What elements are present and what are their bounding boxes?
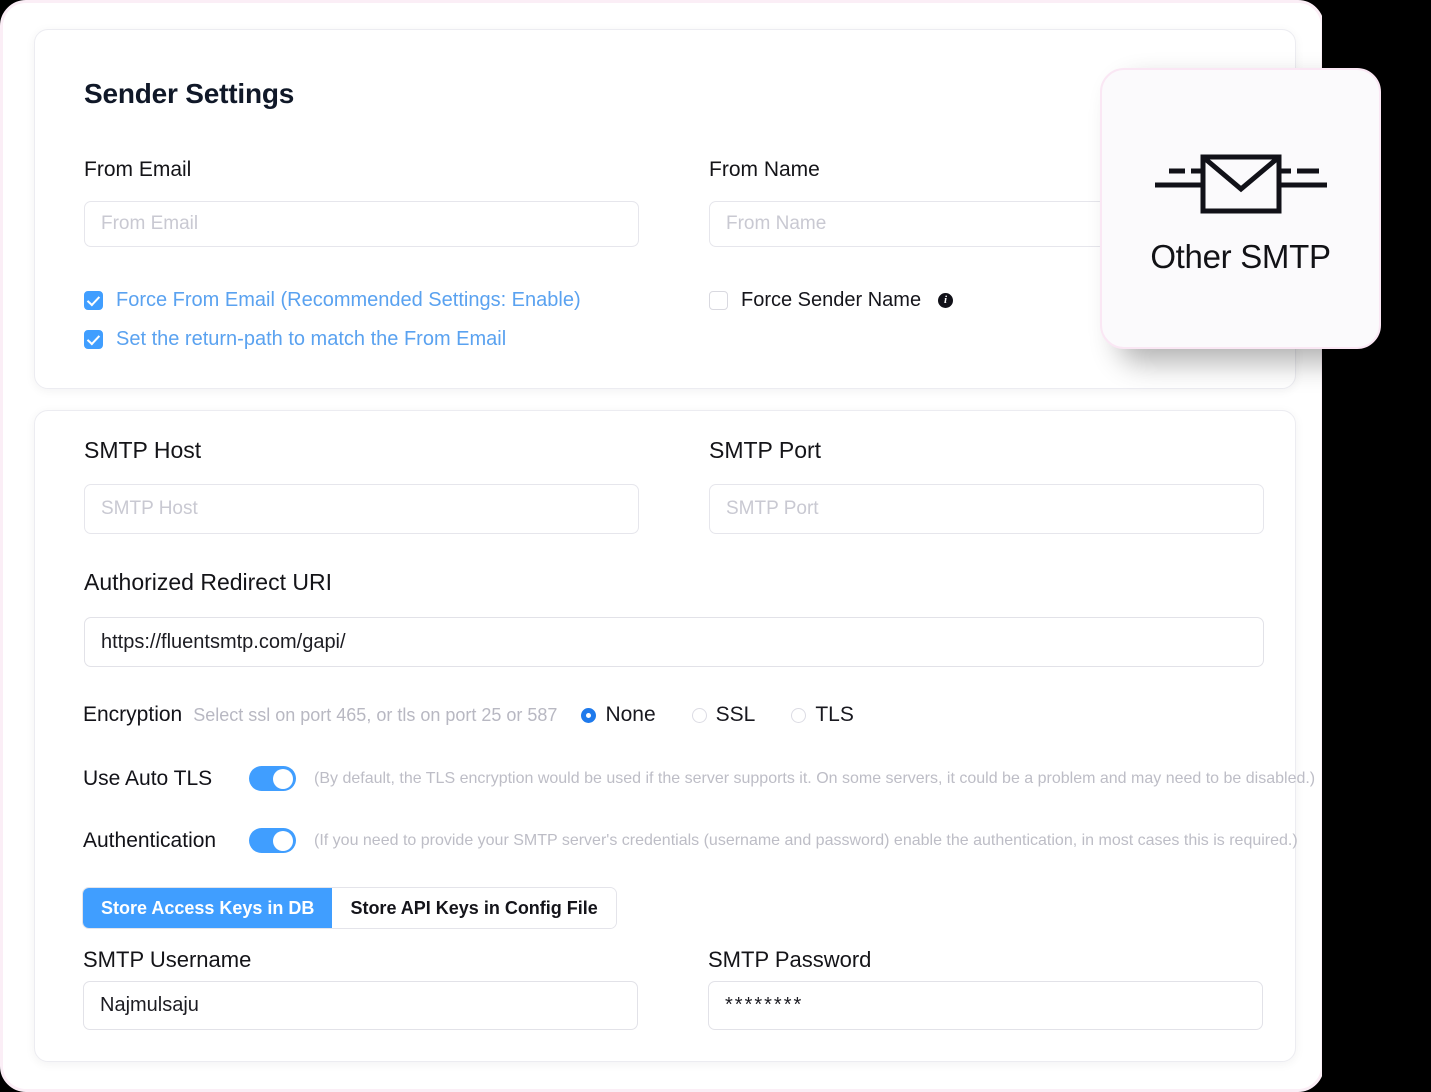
radio-unselected-icon[interactable]: [791, 707, 807, 723]
from-name-label: From Name: [709, 158, 820, 181]
return-path-checkbox-row[interactable]: Set the return-path to match the From Em…: [84, 328, 506, 351]
other-smtp-provider-badge[interactable]: Other SMTP: [1100, 68, 1381, 349]
encryption-option-tls-label: TLS: [815, 703, 854, 726]
radio-unselected-icon[interactable]: [691, 707, 707, 723]
toggle-knob: [273, 830, 293, 851]
auto-tls-label: Use Auto TLS: [83, 766, 213, 790]
toggle-knob: [273, 768, 293, 789]
auto-tls-hint: (By default, the TLS encryption would be…: [314, 769, 1316, 787]
force-sender-name-label: Force Sender Name: [741, 289, 922, 311]
from-email-label: From Email: [84, 158, 192, 181]
envelope-speed-icon: [1141, 141, 1341, 232]
auto-tls-toggle[interactable]: [249, 766, 296, 791]
checkbox-unchecked-icon[interactable]: [709, 291, 728, 310]
key-storage-tabs[interactable]: Store Access Keys in DB Store API Keys i…: [83, 888, 616, 928]
smtp-password-input[interactable]: [708, 981, 1263, 1030]
encryption-row: Encryption Select ssl on port 465, or tl…: [83, 703, 854, 727]
smtp-password-label: SMTP Password: [708, 947, 872, 972]
radio-selected-icon[interactable]: [581, 707, 597, 723]
encryption-label: Encryption: [83, 703, 183, 726]
authentication-label: Authentication: [83, 828, 217, 852]
smtp-port-input[interactable]: [709, 484, 1264, 534]
tab-store-access-keys-in-db[interactable]: Store Access Keys in DB: [83, 888, 333, 928]
force-sender-name-checkbox-row[interactable]: Force Sender Name i: [709, 289, 954, 312]
authentication-hint: (If you need to provide your SMTP server…: [314, 831, 1298, 849]
page-title: Sender Settings: [84, 78, 295, 109]
smtp-host-label: SMTP Host: [84, 437, 202, 463]
encryption-option-tls[interactable]: TLS: [791, 703, 854, 727]
authorized-redirect-uri-input[interactable]: [84, 617, 1264, 667]
encryption-option-ssl-label: SSL: [715, 703, 756, 726]
encryption-option-none-label: None: [605, 703, 656, 726]
return-path-label: Set the return-path to match the From Em…: [116, 328, 507, 350]
checkbox-checked-icon[interactable]: [84, 330, 103, 349]
smtp-port-label: SMTP Port: [709, 437, 822, 463]
info-icon[interactable]: i: [938, 293, 954, 308]
authorized-redirect-uri-label: Authorized Redirect URI: [84, 569, 332, 595]
encryption-option-none[interactable]: None: [581, 703, 656, 727]
force-from-email-label: Force From Email (Recommended Settings: …: [116, 289, 581, 311]
encryption-radio-group[interactable]: None SSL TLS: [581, 703, 854, 727]
force-from-email-checkbox-row[interactable]: Force From Email (Recommended Settings: …: [84, 289, 581, 312]
encryption-option-ssl[interactable]: SSL: [691, 703, 756, 727]
smtp-username-input[interactable]: [83, 981, 638, 1030]
auto-tls-row: Use Auto TLS (By default, the TLS encryp…: [83, 766, 1315, 791]
checkbox-checked-icon[interactable]: [84, 291, 103, 310]
smtp-username-label: SMTP Username: [83, 947, 252, 972]
from-email-input[interactable]: [84, 201, 639, 247]
authentication-row: Authentication (If you need to provide y…: [83, 828, 1298, 853]
authentication-toggle[interactable]: [249, 828, 296, 853]
tab-store-api-keys-in-config-file[interactable]: Store API Keys in Config File: [332, 888, 616, 928]
smtp-host-input[interactable]: [84, 484, 639, 534]
other-smtp-badge-label: Other SMTP: [1150, 238, 1331, 275]
encryption-hint: Select ssl on port 465, or tls on port 2…: [193, 704, 558, 725]
